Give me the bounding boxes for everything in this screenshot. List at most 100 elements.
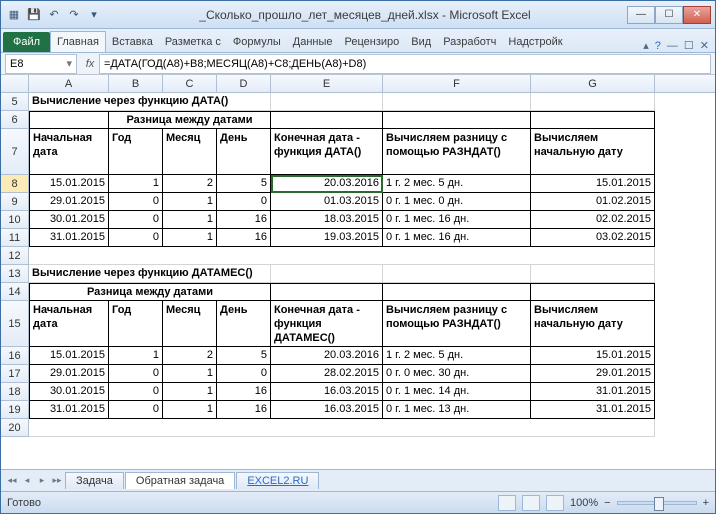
- cell[interactable]: 31.01.2015: [29, 229, 109, 247]
- sheet-area[interactable]: A B C D E F G 5 Вычисление через функцию…: [1, 75, 715, 469]
- view-normal-button[interactable]: [498, 495, 516, 511]
- file-tab[interactable]: Файл: [3, 32, 50, 52]
- cell[interactable]: 1: [163, 193, 217, 211]
- cell[interactable]: Вычисляем начальную дату: [531, 301, 655, 347]
- ribbon-wb-close-icon[interactable]: ✕: [700, 39, 709, 52]
- cell-D7[interactable]: День: [217, 129, 271, 175]
- cell-B6[interactable]: Разница между датами: [109, 111, 271, 129]
- cell[interactable]: [383, 265, 531, 283]
- tab-developer[interactable]: Разработч: [437, 32, 502, 52]
- tab-home[interactable]: Главная: [50, 31, 106, 52]
- cell[interactable]: 31.01.2015: [29, 401, 109, 419]
- cell[interactable]: [383, 93, 531, 111]
- row-header[interactable]: 11: [1, 229, 29, 247]
- cell[interactable]: 5: [217, 347, 271, 365]
- cell[interactable]: 18.03.2015: [271, 211, 383, 229]
- tab-addins[interactable]: Надстройк: [502, 32, 568, 52]
- cell[interactable]: 0 г. 1 мес. 14 дн.: [383, 383, 531, 401]
- sheet-tab-task[interactable]: Задача: [65, 472, 124, 489]
- cell[interactable]: 0: [109, 229, 163, 247]
- close-button[interactable]: ✕: [683, 6, 711, 24]
- cell[interactable]: 16: [217, 229, 271, 247]
- zoom-slider[interactable]: [617, 501, 697, 505]
- cell[interactable]: 0: [217, 365, 271, 383]
- cell[interactable]: 16: [217, 383, 271, 401]
- minimize-button[interactable]: —: [627, 6, 655, 24]
- cell-F8[interactable]: 1 г. 2 мес. 5 дн.: [383, 175, 531, 193]
- col-D[interactable]: D: [217, 75, 271, 92]
- cell-A5[interactable]: Вычисление через функцию ДАТА(): [29, 93, 271, 111]
- qat-dropdown-icon[interactable]: ▾: [85, 6, 103, 24]
- cell[interactable]: 1: [163, 401, 217, 419]
- row-header[interactable]: 17: [1, 365, 29, 383]
- cell[interactable]: Начальная дата: [29, 301, 109, 347]
- cell[interactable]: 2: [163, 347, 217, 365]
- sheet-tab-reverse[interactable]: Обратная задача: [125, 472, 235, 489]
- cell[interactable]: [29, 247, 655, 265]
- cell[interactable]: Год: [109, 301, 163, 347]
- col-A[interactable]: A: [29, 75, 109, 92]
- cell[interactable]: 1: [163, 365, 217, 383]
- sheet-tab-link[interactable]: EXCEL2.RU: [236, 472, 319, 489]
- col-B[interactable]: B: [109, 75, 163, 92]
- cell-E8[interactable]: 20.03.2016: [271, 175, 383, 193]
- select-all-corner[interactable]: [1, 75, 29, 92]
- cell[interactable]: 30.01.2015: [29, 383, 109, 401]
- ribbon-wb-minimize-icon[interactable]: —: [667, 40, 678, 52]
- cell[interactable]: 31.01.2015: [531, 401, 655, 419]
- save-icon[interactable]: 💾: [25, 6, 43, 24]
- cell[interactable]: День: [217, 301, 271, 347]
- cell[interactable]: 02.02.2015: [531, 211, 655, 229]
- cell[interactable]: [271, 283, 383, 301]
- cell-D8[interactable]: 5: [217, 175, 271, 193]
- cell[interactable]: 0 г. 1 мес. 16 дн.: [383, 229, 531, 247]
- cell[interactable]: 1: [163, 383, 217, 401]
- col-F[interactable]: F: [383, 75, 531, 92]
- cell[interactable]: Вычисляем разницу с помощью РАЗНДАТ(): [383, 301, 531, 347]
- cell[interactable]: [383, 283, 531, 301]
- row-header[interactable]: 7: [1, 129, 29, 175]
- cell[interactable]: Конечная дата - функция ДАТАМЕС(): [271, 301, 383, 347]
- zoom-in-icon[interactable]: +: [703, 497, 709, 509]
- redo-icon[interactable]: ↷: [65, 6, 83, 24]
- tab-review[interactable]: Рецензиро: [339, 32, 406, 52]
- cell[interactable]: [383, 111, 531, 129]
- col-G[interactable]: G: [531, 75, 655, 92]
- tab-nav-prev-icon[interactable]: ◂: [20, 474, 34, 488]
- cell[interactable]: 15.01.2015: [29, 347, 109, 365]
- cell[interactable]: [29, 419, 655, 437]
- tab-formulas[interactable]: Формулы: [227, 32, 287, 52]
- cell[interactable]: Месяц: [163, 301, 217, 347]
- row-header[interactable]: 15: [1, 301, 29, 347]
- cell[interactable]: 0 г. 0 мес. 30 дн.: [383, 365, 531, 383]
- cell-F7[interactable]: Вычисляем разницу с помощью РАЗНДАТ(): [383, 129, 531, 175]
- row-header[interactable]: 8: [1, 175, 29, 193]
- view-layout-button[interactable]: [522, 495, 540, 511]
- help-icon[interactable]: ?: [655, 40, 661, 52]
- cell[interactable]: 0 г. 1 мес. 13 дн.: [383, 401, 531, 419]
- cell[interactable]: 29.01.2015: [29, 193, 109, 211]
- cell[interactable]: 1: [109, 347, 163, 365]
- cell[interactable]: 1: [163, 229, 217, 247]
- col-E[interactable]: E: [271, 75, 383, 92]
- row-header[interactable]: 19: [1, 401, 29, 419]
- cell-B7[interactable]: Год: [109, 129, 163, 175]
- cell[interactable]: 30.01.2015: [29, 211, 109, 229]
- cell-C7[interactable]: Месяц: [163, 129, 217, 175]
- cell[interactable]: 1 г. 2 мес. 5 дн.: [383, 347, 531, 365]
- row-header[interactable]: 16: [1, 347, 29, 365]
- cell[interactable]: 0: [109, 383, 163, 401]
- row-header[interactable]: 12: [1, 247, 29, 265]
- zoom-out-icon[interactable]: −: [604, 497, 610, 509]
- row-header[interactable]: 5: [1, 93, 29, 111]
- row-header[interactable]: 14: [1, 283, 29, 301]
- cell[interactable]: [531, 111, 655, 129]
- cell-A7[interactable]: Начальная дата: [29, 129, 109, 175]
- cell-A13[interactable]: Вычисление через функцию ДАТАМЕС(): [29, 265, 271, 283]
- tab-nav-last-icon[interactable]: ▸▸: [50, 474, 64, 488]
- minimize-ribbon-icon[interactable]: ▴: [643, 39, 649, 52]
- cell-A8[interactable]: 15.01.2015: [29, 175, 109, 193]
- row-header[interactable]: 10: [1, 211, 29, 229]
- cell[interactable]: 20.03.2016: [271, 347, 383, 365]
- cell[interactable]: 03.02.2015: [531, 229, 655, 247]
